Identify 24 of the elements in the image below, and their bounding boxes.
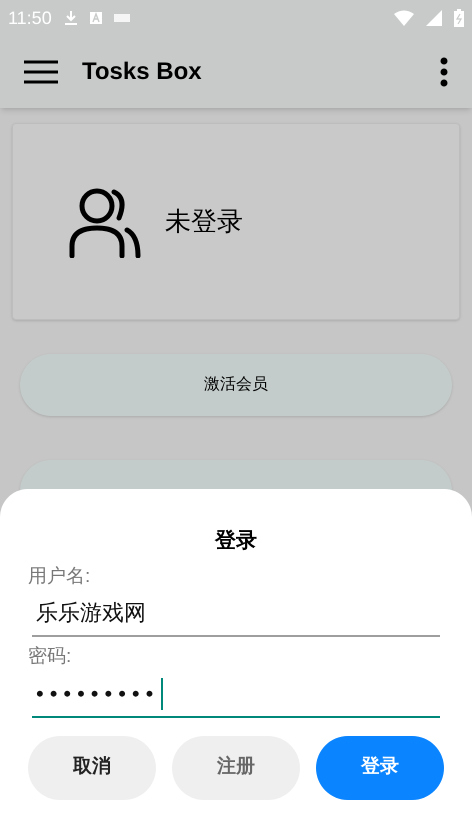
field-label: 密码: [28,645,72,669]
dialog-button[interactable]: 注册 [172,736,300,800]
member-button[interactable]: 激活会员 [20,354,452,416]
status-time: 11:50 [8,6,52,30]
input-field[interactable]: 乐乐游戏网 [32,591,440,637]
login-status: 未登录 [165,205,243,238]
field-value: ••••••••• [36,680,160,708]
app-title: Tosks Box [82,57,202,87]
dialog-button[interactable]: 登录 [316,736,444,800]
users-icon [69,186,141,258]
battery-icon [454,9,464,27]
field-label: 用户名: [28,564,92,588]
signal-icon [426,10,442,26]
field-value: 乐乐游戏网 [36,599,146,627]
keyboard-icon [114,14,130,22]
menu-icon[interactable] [24,60,58,84]
more-options-icon[interactable] [440,57,448,87]
keyboard-letter-icon [90,12,102,24]
download-icon [64,10,78,26]
wifi-icon [394,10,414,26]
dialog-title: 登录 [214,528,258,554]
text-cursor [161,678,164,710]
input-field[interactable]: ••••••••• [32,672,440,718]
dialog-button[interactable]: 取消 [28,736,156,800]
